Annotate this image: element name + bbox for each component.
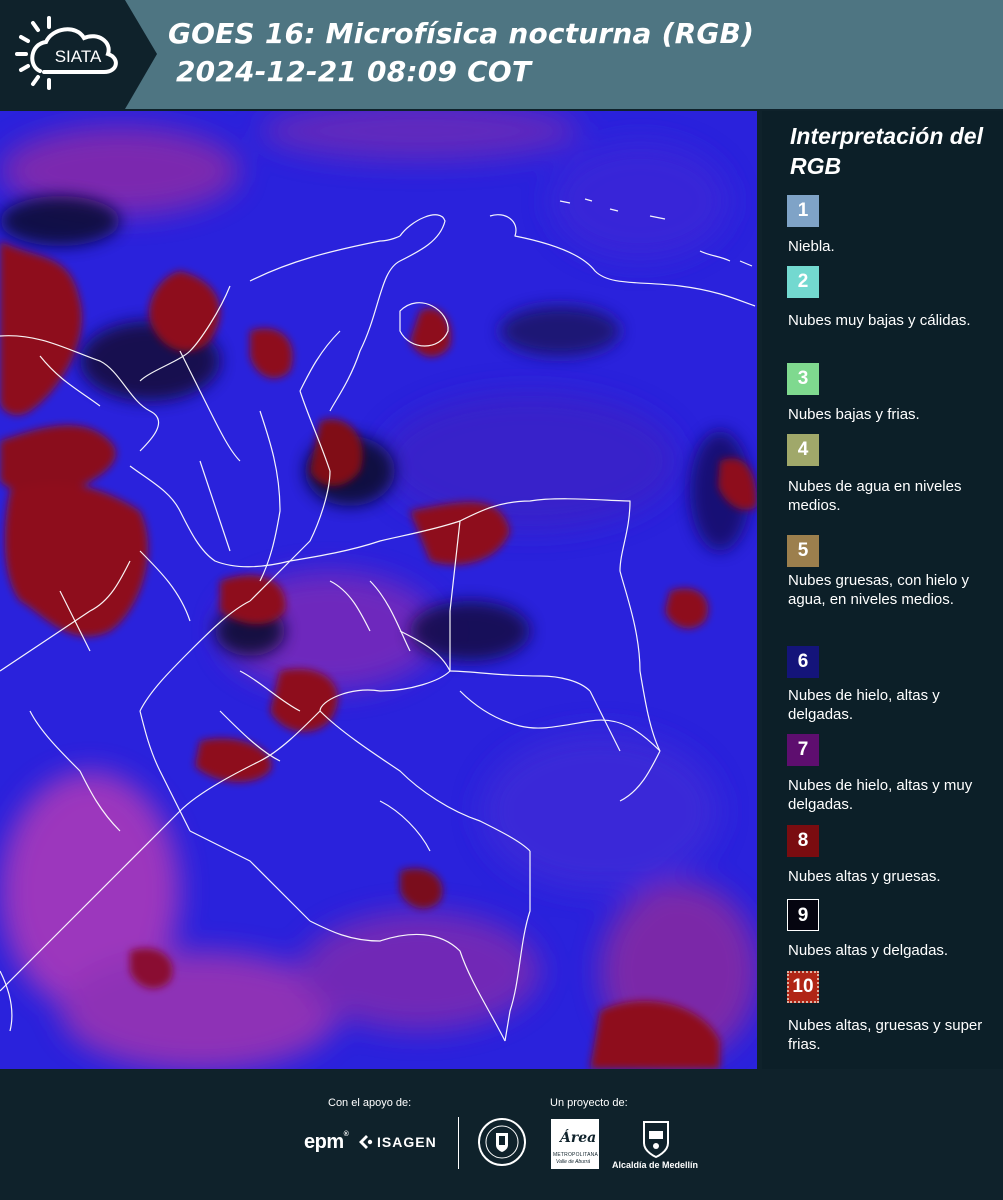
legend-swatch-1: 1 xyxy=(787,195,819,227)
alcaldia-label: Alcaldía de Medellín xyxy=(612,1160,699,1170)
legend-swatch-4: 4 xyxy=(787,434,819,466)
legend-label-9: Nubes altas y delgadas. xyxy=(788,942,949,959)
legend-label-3: Nubes bajas y frias. xyxy=(788,406,920,423)
satellite-rgb-map-icon xyxy=(0,111,757,1069)
map-title: GOES 16: Microfísica nocturna (RGB) xyxy=(168,17,755,50)
legend-swatch-7: 7 xyxy=(787,734,819,766)
support-label: Con el apoyo de: xyxy=(328,1097,412,1109)
legend-swatch-9: 9 xyxy=(787,899,819,931)
epm-logo: epm® xyxy=(304,1131,349,1153)
legend-label-6: Nubes de hielo, altas y delgadas. xyxy=(788,687,940,723)
legend-label-1: Niebla. xyxy=(788,238,835,255)
university-seal-icon xyxy=(478,1118,526,1166)
legend-panel: Interpretación del RGB 1 Niebla. 2 Nubes mu… xyxy=(762,111,1003,1069)
project-label: Un proyecto de: xyxy=(550,1097,628,1109)
legend-title: Interpretación del RGB xyxy=(790,123,983,179)
footer-bar: Con el apoyo de: Un proyecto de: epm® IS… xyxy=(0,1069,1003,1200)
isagen-icon xyxy=(359,1135,373,1149)
header-bar: SIATA GOES 16: Microfísica nocturna (RGB… xyxy=(0,0,1003,109)
legend-label-2: Nubes muy bajas y cálidas. xyxy=(788,312,971,329)
legend-label-7: Nubes de hielo, altas y muy delgadas. xyxy=(788,777,973,813)
svg-text:SIATA: SIATA xyxy=(55,47,102,66)
legend-swatch-5: 5 xyxy=(787,535,819,567)
legend-swatch-8: 8 xyxy=(787,825,819,857)
legend-swatch-2: 2 xyxy=(787,266,819,298)
legend-swatch-10: 10 xyxy=(787,971,819,1003)
legend-label-8: Nubes altas y gruesas. xyxy=(788,868,941,885)
legend-swatch-3: 3 xyxy=(787,363,819,395)
legend-label-10: Nubes altas, gruesas y super frias. xyxy=(788,1017,983,1053)
legend-swatch-6: 6 xyxy=(787,646,819,678)
alcaldia-shield-icon xyxy=(643,1121,669,1159)
legend-label-4: Nubes de agua en niveles medios. xyxy=(788,478,962,514)
siata-logo: SIATA xyxy=(0,0,157,109)
area-metropolitana-logo: Área METROPOLITANA Valle de Aburrá xyxy=(551,1119,599,1169)
legend-label-5: Nubes gruesas, con hielo y agua, en nive… xyxy=(788,572,969,608)
footer-divider xyxy=(458,1117,459,1169)
satellite-map[interactable] xyxy=(0,111,757,1069)
map-timestamp: 2024-12-21 08:09 COT xyxy=(176,55,532,88)
